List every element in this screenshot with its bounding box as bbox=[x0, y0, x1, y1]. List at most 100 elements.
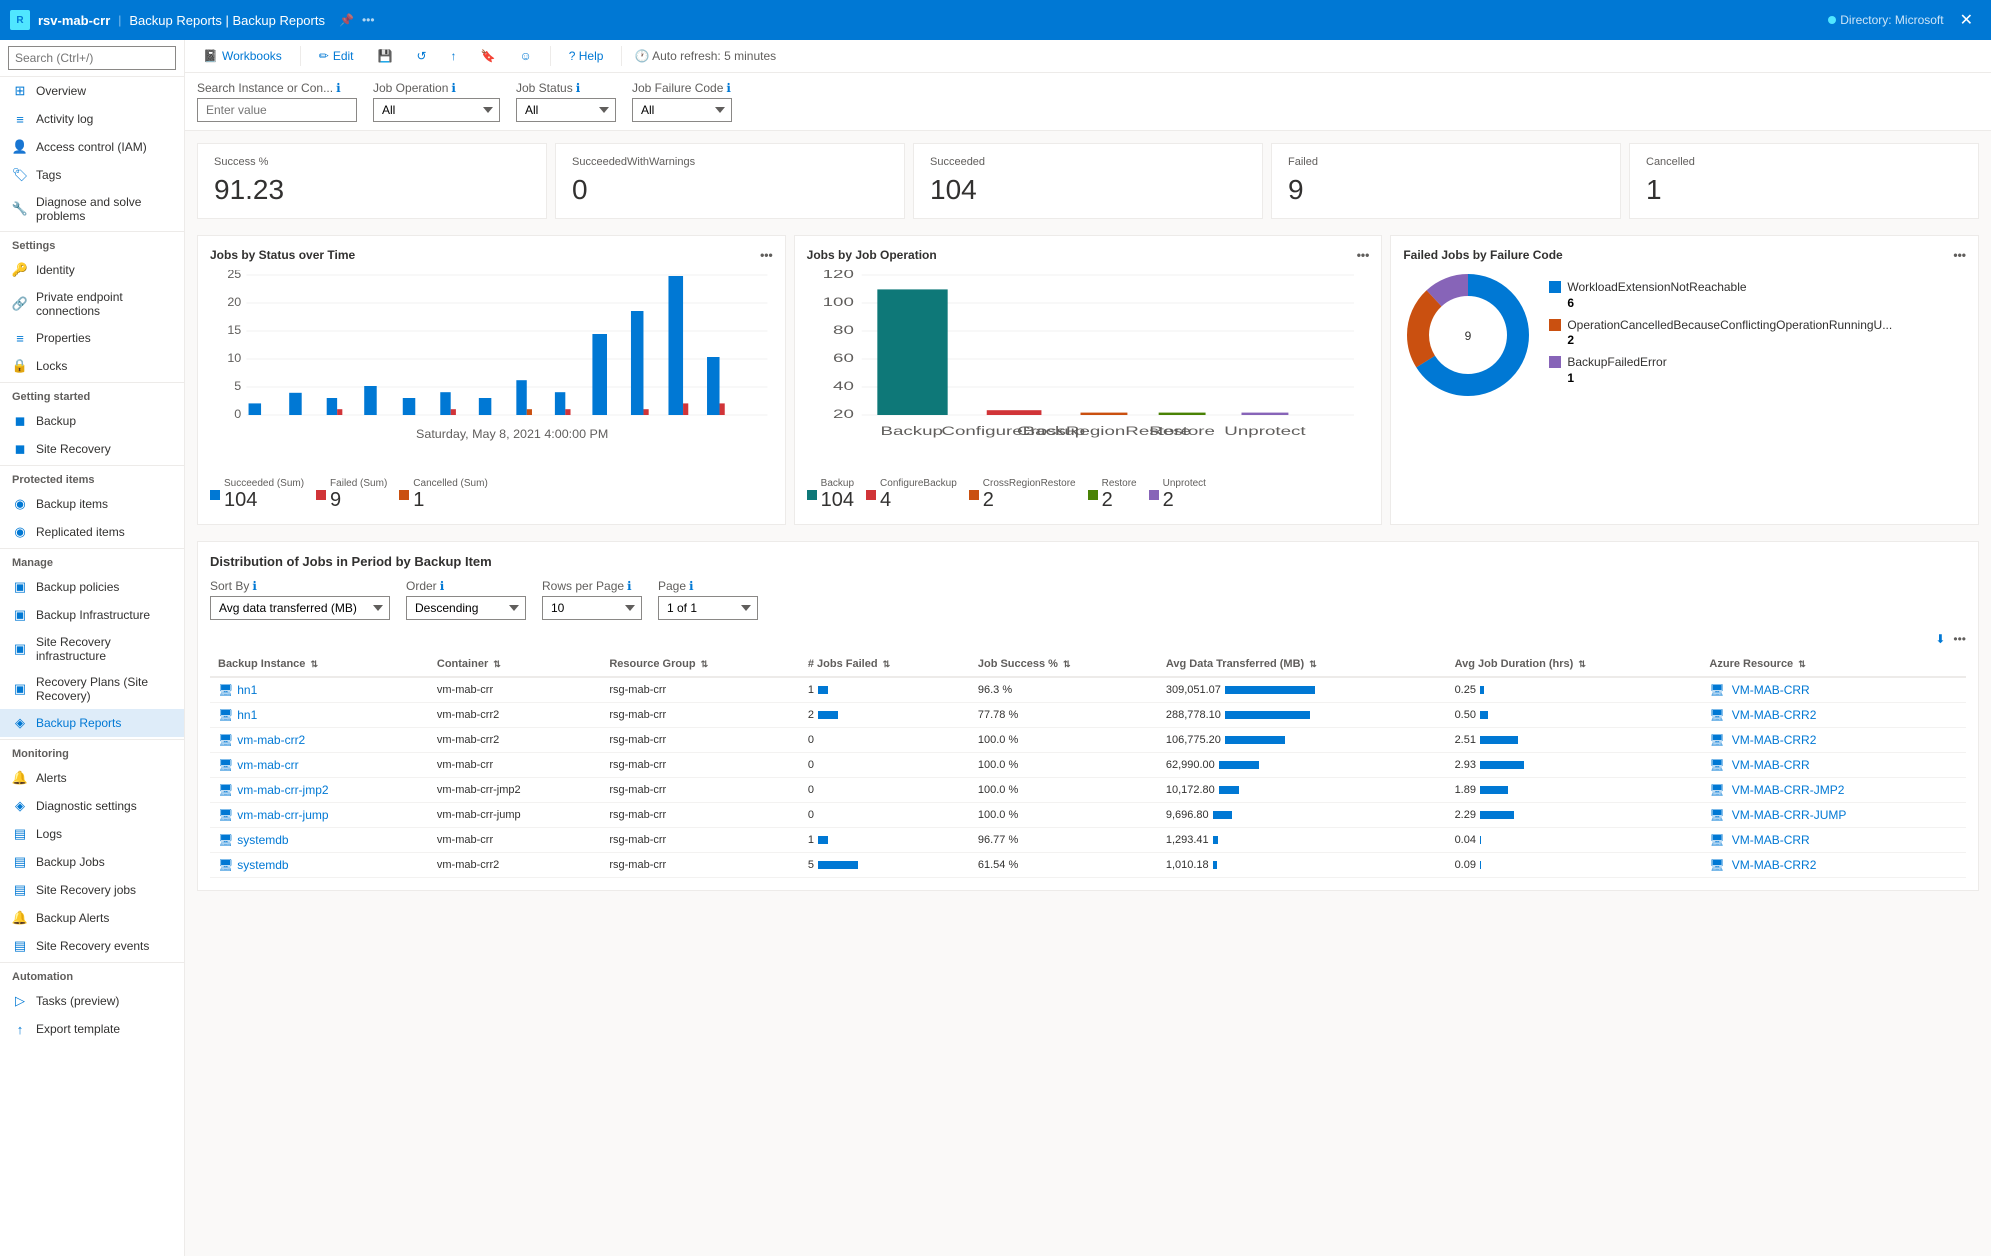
close-button[interactable]: ✕ bbox=[1952, 6, 1981, 34]
cell-success: 100.0 % bbox=[970, 778, 1158, 803]
cell-azure-resource[interactable]: 🖥 VM-MAB-CRR-JUMP bbox=[1701, 803, 1966, 828]
job-op-info-icon[interactable]: ℹ bbox=[451, 81, 456, 95]
sidebar-item-tasks[interactable]: ▷ Tasks (preview) bbox=[0, 987, 184, 1015]
job-status-info-icon[interactable]: ℹ bbox=[576, 81, 581, 95]
cell-instance[interactable]: 🖥hn1 bbox=[210, 703, 429, 728]
sidebar-item-replicated-items[interactable]: ◉ Replicated items bbox=[0, 518, 184, 546]
azure-resource-link[interactable]: VM-MAB-CRR2 bbox=[1732, 708, 1817, 722]
sidebar-item-diagnose[interactable]: 🔧 Diagnose and solve problems bbox=[0, 189, 184, 229]
sidebar-item-backup-jobs[interactable]: ▤ Backup Jobs bbox=[0, 848, 184, 876]
azure-resource-link[interactable]: VM-MAB-CRR-JMP2 bbox=[1732, 783, 1845, 797]
save-button[interactable]: 💾 bbox=[372, 46, 399, 66]
sidebar-item-activity-log[interactable]: ≡ Activity log bbox=[0, 105, 184, 133]
cell-azure-resource[interactable]: 🖥 VM-MAB-CRR bbox=[1701, 753, 1966, 778]
sidebar-item-site-recovery[interactable]: ◼ Site Recovery bbox=[0, 435, 184, 463]
cell-instance[interactable]: 🖥vm-mab-crr2 bbox=[210, 728, 429, 753]
instance-link[interactable]: 🖥vm-mab-crr-jump bbox=[218, 808, 329, 822]
sidebar-item-backup-alerts[interactable]: 🔔 Backup Alerts bbox=[0, 904, 184, 932]
sidebar-item-backup-reports[interactable]: ◈ Backup Reports bbox=[0, 709, 184, 737]
search-input[interactable] bbox=[8, 46, 176, 70]
cell-instance[interactable]: 🖥vm-mab-crr-jump bbox=[210, 803, 429, 828]
sidebar-item-site-recovery-jobs[interactable]: ▤ Site Recovery jobs bbox=[0, 876, 184, 904]
job-status-select[interactable]: All Succeeded Failed Cancelled bbox=[516, 98, 616, 122]
sidebar-item-locks[interactable]: 🔒 Locks bbox=[0, 352, 184, 380]
feedback-button[interactable]: ☺ bbox=[513, 46, 537, 66]
legend-configure-backup: ConfigureBackup 4 bbox=[866, 478, 957, 512]
sidebar-item-private-endpoints[interactable]: 🔗 Private endpoint connections bbox=[0, 284, 184, 324]
azure-resource-link[interactable]: VM-MAB-CRR bbox=[1732, 683, 1810, 697]
sidebar-item-backup-infrastructure[interactable]: ▣ Backup Infrastructure bbox=[0, 601, 184, 629]
workbooks-button[interactable]: 📓 Workbooks bbox=[197, 46, 288, 66]
sidebar-item-export-template[interactable]: ↑ Export template bbox=[0, 1015, 184, 1043]
job-op-select[interactable]: All Backup Restore ConfigureBackup bbox=[373, 98, 500, 122]
sidebar-item-diagnostic-settings[interactable]: ◈ Diagnostic settings bbox=[0, 792, 184, 820]
sidebar-item-recovery-plans[interactable]: ▣ Recovery Plans (Site Recovery) bbox=[0, 669, 184, 709]
sidebar-item-backup-items[interactable]: ◉ Backup items bbox=[0, 490, 184, 518]
sidebar-item-tags[interactable]: 🏷 Tags bbox=[0, 161, 184, 189]
order-info-icon[interactable]: ℹ bbox=[440, 579, 445, 593]
sort-by-select[interactable]: Avg data transferred (MB) Job Success % … bbox=[210, 596, 390, 620]
cancelled-dot bbox=[399, 490, 409, 500]
cell-instance[interactable]: 🖥vm-mab-crr bbox=[210, 753, 429, 778]
instance-link[interactable]: 🖥hn1 bbox=[218, 708, 257, 722]
azure-resource-link[interactable]: VM-MAB-CRR bbox=[1732, 758, 1810, 772]
instance-link[interactable]: 🖥hn1 bbox=[218, 683, 257, 697]
cell-instance[interactable]: 🖥vm-mab-crr-jmp2 bbox=[210, 778, 429, 803]
sidebar-item-site-recovery-events[interactable]: ▤ Site Recovery events bbox=[0, 932, 184, 960]
sidebar-item-label: Private endpoint connections bbox=[36, 290, 172, 318]
azure-resource-link[interactable]: VM-MAB-CRR2 bbox=[1732, 733, 1817, 747]
cell-azure-resource[interactable]: 🖥 VM-MAB-CRR2 bbox=[1701, 853, 1966, 878]
svg-text:0: 0 bbox=[234, 407, 241, 421]
cell-azure-resource[interactable]: 🖥 VM-MAB-CRR2 bbox=[1701, 728, 1966, 753]
cell-azure-resource[interactable]: 🖥 VM-MAB-CRR-JMP2 bbox=[1701, 778, 1966, 803]
instance-link[interactable]: 🖥vm-mab-crr-jmp2 bbox=[218, 783, 329, 797]
cell-instance[interactable]: 🖥hn1 bbox=[210, 677, 429, 703]
page-info-icon[interactable]: ℹ bbox=[689, 579, 694, 593]
sidebar-item-site-recovery-infra[interactable]: ▣ Site Recovery infrastructure bbox=[0, 629, 184, 669]
sidebar-item-overview[interactable]: ⊞ Overview bbox=[0, 77, 184, 105]
sidebar-item-identity[interactable]: 🔑 Identity bbox=[0, 256, 184, 284]
sidebar-item-backup-policies[interactable]: ▣ Backup policies bbox=[0, 573, 184, 601]
share-button[interactable]: ↑ bbox=[445, 46, 463, 66]
bookmark-button[interactable]: 🔖 bbox=[475, 46, 502, 66]
sort-by-label: Sort By ℹ bbox=[210, 579, 390, 593]
cell-azure-resource[interactable]: 🖥 VM-MAB-CRR2 bbox=[1701, 703, 1966, 728]
table-more-icon[interactable]: ••• bbox=[1953, 632, 1966, 646]
azure-resource-link[interactable]: VM-MAB-CRR2 bbox=[1732, 858, 1817, 872]
svg-text:10: 10 bbox=[227, 351, 241, 365]
chart-more-icon[interactable]: ••• bbox=[1357, 248, 1370, 262]
rows-per-page-select[interactable]: 10 25 50 bbox=[542, 596, 642, 620]
sidebar-item-label: Tags bbox=[36, 168, 61, 182]
refresh-button[interactable]: ↺ bbox=[410, 46, 432, 66]
search-instance-input[interactable] bbox=[197, 98, 357, 122]
cell-instance[interactable]: 🖥systemdb bbox=[210, 853, 429, 878]
edit-button[interactable]: ✏ Edit bbox=[313, 46, 360, 66]
cell-azure-resource[interactable]: 🖥 VM-MAB-CRR bbox=[1701, 677, 1966, 703]
sidebar-item-backup[interactable]: ◼ Backup bbox=[0, 407, 184, 435]
job-failure-info-icon[interactable]: ℹ bbox=[726, 81, 731, 95]
sidebar-item-alerts[interactable]: 🔔 Alerts bbox=[0, 764, 184, 792]
search-info-icon[interactable]: ℹ bbox=[336, 81, 341, 95]
chart-more-icon[interactable]: ••• bbox=[760, 248, 773, 262]
order-select[interactable]: Descending Ascending bbox=[406, 596, 526, 620]
help-button[interactable]: ? Help bbox=[563, 46, 610, 66]
cell-instance[interactable]: 🖥systemdb bbox=[210, 828, 429, 853]
pin-icon[interactable]: 📌 bbox=[339, 13, 354, 27]
azure-resource-link[interactable]: VM-MAB-CRR bbox=[1732, 833, 1810, 847]
sidebar-item-iam[interactable]: 👤 Access control (IAM) bbox=[0, 133, 184, 161]
sidebar-item-properties[interactable]: ≡ Properties bbox=[0, 324, 184, 352]
sidebar-item-logs[interactable]: ▤ Logs bbox=[0, 820, 184, 848]
page-select[interactable]: 1 of 1 bbox=[658, 596, 758, 620]
instance-link[interactable]: 🖥vm-mab-crr2 bbox=[218, 733, 305, 747]
instance-link[interactable]: 🖥systemdb bbox=[218, 833, 289, 847]
more-options-icon[interactable]: ••• bbox=[362, 13, 375, 27]
cell-azure-resource[interactable]: 🖥 VM-MAB-CRR bbox=[1701, 828, 1966, 853]
rows-per-page-info-icon[interactable]: ℹ bbox=[627, 579, 632, 593]
azure-resource-link[interactable]: VM-MAB-CRR-JUMP bbox=[1732, 808, 1847, 822]
instance-link[interactable]: 🖥systemdb bbox=[218, 858, 289, 872]
chart-more-icon[interactable]: ••• bbox=[1953, 248, 1966, 262]
download-icon[interactable]: ⬇ bbox=[1935, 632, 1945, 646]
sort-by-info-icon[interactable]: ℹ bbox=[252, 579, 257, 593]
instance-link[interactable]: 🖥vm-mab-crr bbox=[218, 758, 299, 772]
job-failure-select[interactable]: All bbox=[632, 98, 732, 122]
